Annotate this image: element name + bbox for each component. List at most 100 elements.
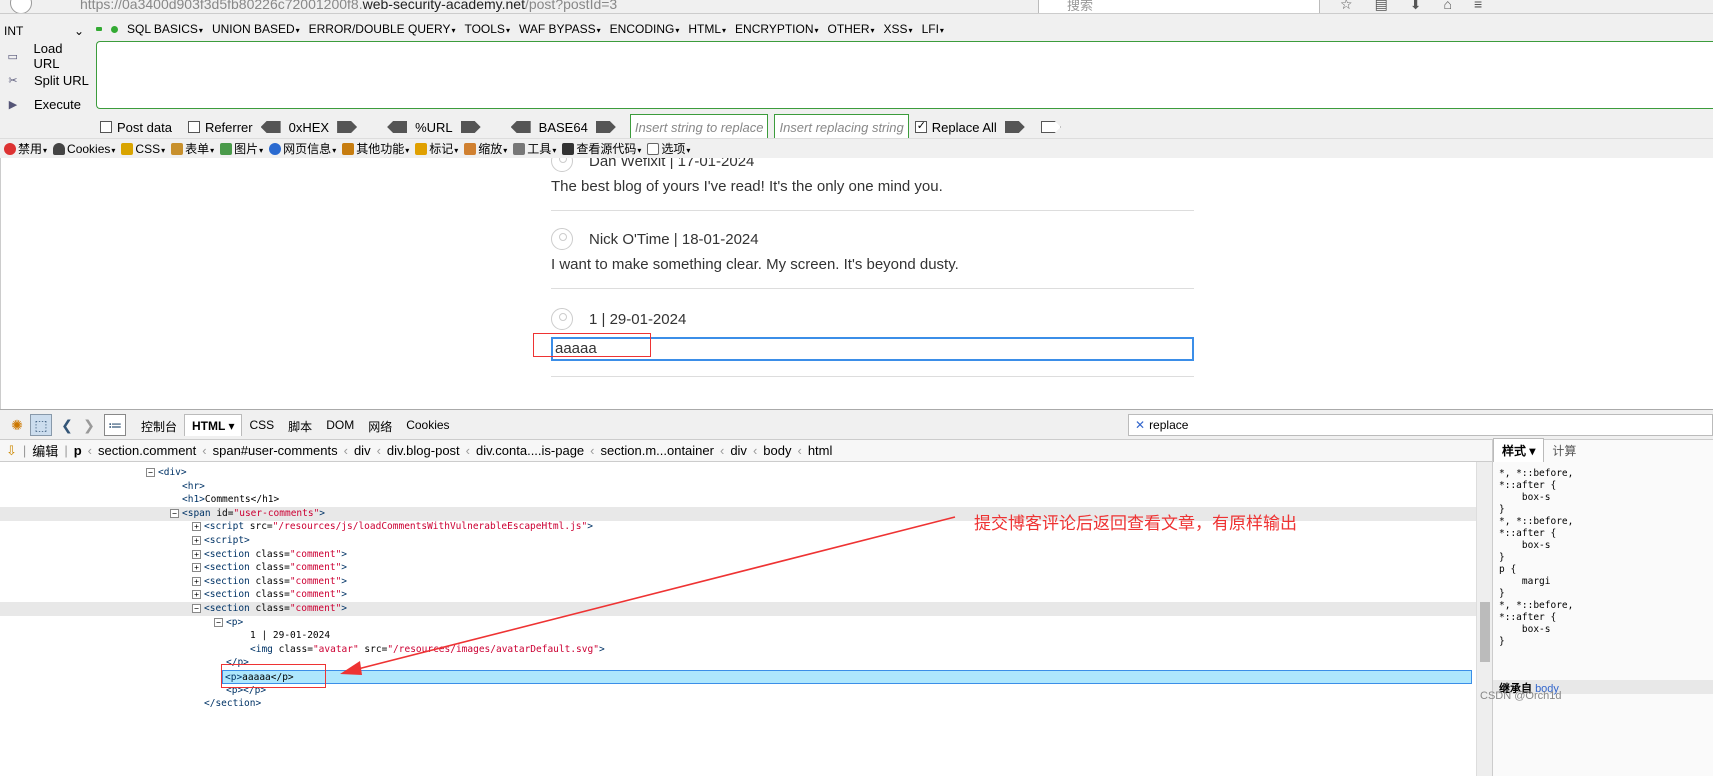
back-arrow-icon[interactable]: ❮ (56, 414, 78, 436)
clear-search-icon[interactable]: ✕ (1135, 418, 1145, 432)
menu-error-double-query[interactable]: ERROR/DOUBLE QUERY (309, 22, 456, 36)
base64-decode-arrow-icon[interactable] (510, 121, 531, 133)
crumb-div-2[interactable]: div (724, 443, 753, 458)
tab-cookies[interactable]: Cookies (399, 414, 456, 436)
collapse-icon[interactable]: − (192, 604, 201, 613)
menu-html[interactable]: HTML (688, 22, 726, 36)
method-select[interactable]: INT ⌄ (4, 22, 88, 40)
crumb-div[interactable]: div (348, 443, 377, 458)
tree-node[interactable]: + <section class="comment"> (0, 588, 1476, 602)
url-encode-arrow-icon[interactable] (460, 121, 481, 133)
toolbar-options[interactable]: 选项 (647, 140, 690, 157)
base64-encode-arrow-icon[interactable] (595, 121, 616, 133)
crumb-div-blog-post[interactable]: div.blog-post (381, 443, 466, 458)
bookmark-star-icon[interactable]: ☆ (1340, 0, 1353, 13)
menu-sql-basics[interactable]: SQL BASICS (127, 22, 203, 36)
home-icon[interactable]: ⌂ (1444, 0, 1452, 13)
toolbar-tools[interactable]: 工具 (513, 140, 556, 157)
toolbar-outline[interactable]: 标记 (415, 140, 458, 157)
tree-node[interactable]: 1 | 29-01-2024 (0, 629, 1476, 643)
load-url-button[interactable]: ▭ Load URL (6, 41, 90, 71)
expand-icon[interactable]: + (192, 563, 201, 573)
toolbar-resize[interactable]: 缩放 (464, 140, 507, 157)
tree-node-selected[interactable]: <p>aaaaa</p> (222, 670, 1472, 684)
collapse-icon[interactable]: − (170, 508, 179, 518)
crumb-section-comment[interactable]: section.comment (92, 443, 202, 458)
tree-node[interactable]: </section> (0, 697, 1476, 711)
expand-icon[interactable]: + (192, 576, 201, 586)
address-bar[interactable]: https://0a3400d903f3d5fb80226c72001200f8… (80, 0, 617, 12)
tree-node[interactable]: + <section class="comment"> (0, 561, 1476, 575)
tree-node[interactable]: + <script> (0, 534, 1476, 548)
crumb-html[interactable]: html (802, 443, 839, 458)
menu-xss[interactable]: XSS (884, 22, 913, 36)
expand-icon[interactable]: + (192, 590, 201, 600)
replace-all-checkbox[interactable] (914, 119, 927, 133)
bug-icon[interactable]: ✺ (6, 414, 28, 436)
console-toggle-icon[interactable]: ≔ (104, 414, 126, 436)
replace-run-all-arrow-icon[interactable] (1040, 121, 1061, 133)
menu-lfi[interactable]: LFI (922, 22, 944, 36)
toolbar-misc[interactable]: 其他功能 (342, 140, 409, 157)
menu-encryption[interactable]: ENCRYPTION (735, 22, 818, 36)
url-textarea[interactable] (96, 41, 1713, 109)
tab-styles[interactable]: 样式 ▾ (1493, 438, 1545, 462)
toolbar-cookies[interactable]: Cookies (53, 142, 115, 156)
download-icon[interactable]: ⬇ (1410, 0, 1422, 13)
tree-node[interactable]: + <section class="comment"> (0, 548, 1476, 562)
expand-icon[interactable]: + (192, 522, 201, 532)
url-decode-arrow-icon[interactable] (387, 121, 408, 133)
toolbar-forms[interactable]: 表单 (171, 140, 214, 157)
tree-scrollbar[interactable] (1476, 462, 1492, 776)
referrer-checkbox[interactable] (187, 121, 200, 133)
menu-union-based[interactable]: UNION BASED (212, 22, 300, 36)
collapse-icon[interactable]: − (214, 617, 223, 627)
post-data-checkbox[interactable] (100, 121, 112, 133)
tab-css[interactable]: CSS (242, 414, 281, 436)
inspect-icon[interactable]: ⬚ (30, 414, 52, 436)
toolbar-page-info[interactable]: 网页信息 (269, 140, 336, 157)
toolbar-css[interactable]: CSS (121, 142, 165, 156)
menu-encoding[interactable]: ENCODING (610, 22, 680, 36)
toolbar-view-source[interactable]: 查看源代码 (562, 140, 641, 157)
expand-icon[interactable]: + (192, 549, 201, 559)
crumb-p[interactable]: p (68, 443, 88, 458)
hex-decode-arrow-icon[interactable] (260, 121, 281, 133)
collapse-icon[interactable]: − (146, 468, 155, 477)
edit-icon[interactable]: ⇩ (0, 443, 23, 459)
tree-node[interactable]: − <p> (0, 616, 1476, 630)
replace-run-arrow-icon[interactable] (1004, 121, 1025, 133)
crumb-section-maincontainer[interactable]: section.m...ontainer (595, 443, 720, 458)
devtools-search-input[interactable]: ✕ replace (1128, 414, 1713, 436)
menu-tools[interactable]: TOOLS (464, 22, 509, 36)
tree-node[interactable]: − <div> (0, 466, 1476, 480)
tab-html[interactable]: HTML ▾ (184, 414, 243, 436)
forward-arrow-icon[interactable]: ❯ (78, 414, 100, 436)
hex-encode-arrow-icon[interactable] (337, 121, 358, 133)
menu-icon[interactable]: ≡ (1474, 0, 1482, 13)
edit-button[interactable]: 编辑 (26, 441, 64, 460)
menu-waf-bypass[interactable]: WAF BYPASS (519, 22, 601, 36)
library-icon[interactable]: ▤ (1375, 0, 1388, 13)
back-button[interactable] (10, 0, 32, 13)
crumb-body[interactable]: body (757, 443, 797, 458)
tab-computed[interactable]: 计算 (1544, 439, 1584, 462)
tab-dom[interactable]: DOM (319, 414, 361, 436)
search-input[interactable]: 搜索 (1038, 0, 1320, 13)
toolbar-images[interactable]: 图片 (220, 140, 263, 157)
scrollbar-thumb[interactable] (1480, 602, 1490, 662)
tree-node[interactable]: <h1>Comments</h1> (0, 493, 1476, 507)
tree-node[interactable]: − <section class="comment"> (0, 602, 1476, 616)
toolbar-disable[interactable]: 禁用 (4, 140, 47, 157)
tab-script[interactable]: 脚本 (281, 414, 319, 436)
execute-button[interactable]: ▶ Execute (6, 92, 90, 116)
tab-console[interactable]: 控制台 (134, 414, 184, 436)
tab-network[interactable]: 网络 (361, 414, 399, 436)
replace-string-input[interactable]: Insert string to replace (629, 114, 769, 140)
crumb-div-container[interactable]: div.conta....is-page (470, 443, 590, 458)
tree-node[interactable]: + <section class="comment"> (0, 575, 1476, 589)
replacing-string-input[interactable]: Insert replacing string (774, 114, 909, 140)
crumb-span-user-comments[interactable]: span#user-comments (207, 443, 344, 458)
expand-icon[interactable]: + (192, 536, 201, 545)
tree-node[interactable]: <img class="avatar" src="/resources/imag… (0, 643, 1476, 657)
